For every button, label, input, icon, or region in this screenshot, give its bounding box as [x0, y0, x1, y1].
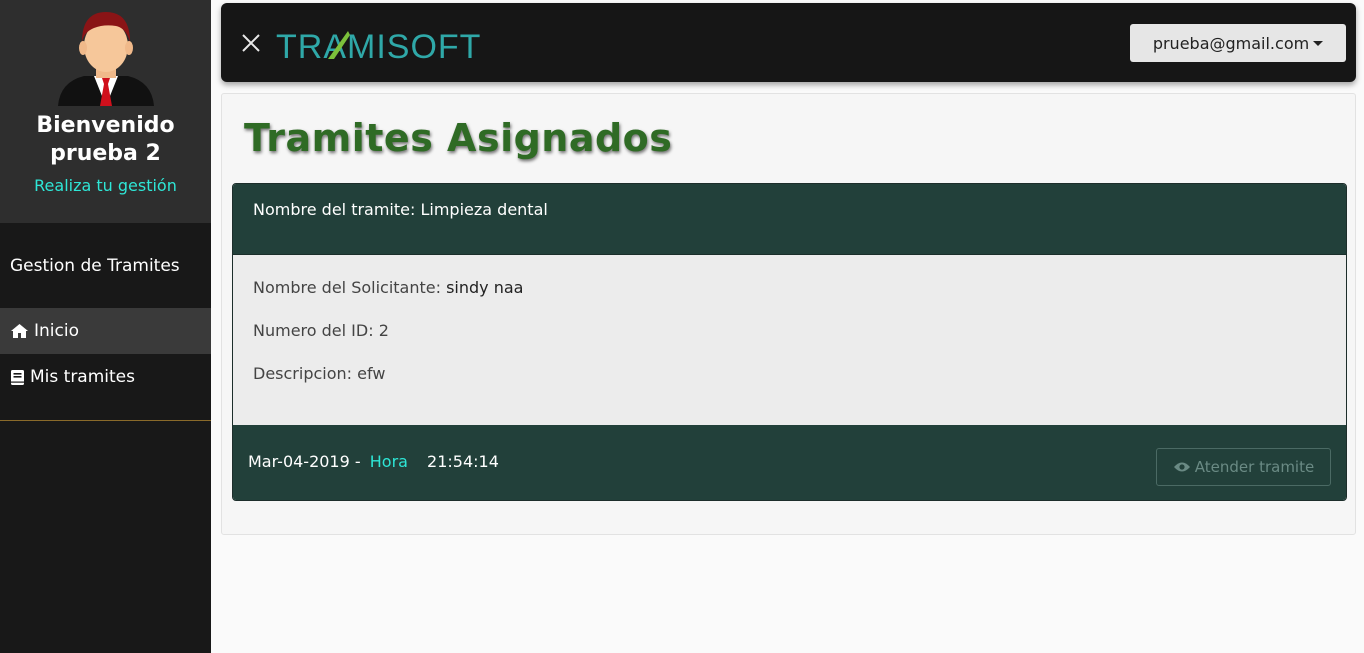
tramite-card: Nombre del tramite: Limpieza dental Nomb… [232, 183, 1347, 501]
descripcion-value: efw [357, 364, 386, 383]
card-body: Nombre del Solicitante: sindy naa Numero… [233, 255, 1346, 425]
welcome-heading: Bienvenido prueba 2 [0, 112, 211, 168]
section-title: Gestion de Tramites [10, 255, 180, 276]
eye-icon [1173, 462, 1190, 472]
user-avatar-icon [57, 12, 154, 106]
solicitante-value: sindy naa [446, 278, 524, 297]
page-title: Tramites Asignados [244, 116, 673, 160]
tramite-name-label: Nombre del tramite: [253, 200, 416, 219]
welcome-line1: Bienvenido [36, 113, 175, 138]
timestamp: Mar-04-2019 - Hora 21:54:14 [248, 452, 499, 471]
profile-panel: Bienvenido prueba 2 Realiza tu gestión [0, 0, 211, 223]
attend-button-label: Atender tramite [1194, 458, 1315, 476]
home-icon [11, 324, 28, 338]
logo-text: TRAMISOFT [276, 28, 481, 63]
attend-tramite-button[interactable]: Atender tramite [1156, 448, 1331, 486]
tramisoft-logo: TRAMISOFT [276, 28, 481, 63]
id-value: 2 [378, 321, 389, 340]
sidebar-item-label: Mis tramites [30, 367, 135, 387]
descripcion-label: Descripcion: [253, 364, 353, 383]
welcome-line2: prueba 2 [50, 141, 161, 166]
top-navbar: TRAMISOFT prueba@gmail.com [221, 3, 1356, 82]
date-value: Mar-04-2019 - [248, 452, 361, 471]
tramite-name-value: Limpieza dental [420, 200, 548, 219]
time-value: 21:54:14 [427, 452, 499, 471]
sidebar-item-inicio[interactable]: Inicio [0, 308, 211, 354]
sidebar-item-label: Inicio [34, 321, 79, 341]
solicitante-row: Nombre del Solicitante: sindy naa [253, 278, 1326, 298]
caret-down-icon [1313, 40, 1324, 46]
card-header: Nombre del tramite: Limpieza dental [233, 184, 1346, 255]
main-content: Tramites Asignados Nombre del tramite: L… [221, 93, 1356, 535]
card-footer: Mar-04-2019 - Hora 21:54:14 Atender tram… [233, 425, 1346, 500]
user-menu-button[interactable]: prueba@gmail.com [1130, 24, 1346, 62]
id-label: Numero del ID: [253, 321, 374, 340]
solicitante-label: Nombre del Solicitante: [253, 278, 441, 297]
sidebar-item-mis-tramites[interactable]: Mis tramites [0, 354, 211, 400]
user-email: prueba@gmail.com [1152, 33, 1310, 53]
descripcion-row: Descripcion: efw [253, 364, 1326, 384]
id-row: Numero del ID: 2 [253, 321, 1326, 341]
sidebar: Bienvenido prueba 2 Realiza tu gestión G… [0, 0, 211, 653]
book-icon [11, 369, 24, 385]
close-icon[interactable] [241, 33, 261, 53]
hora-label: Hora [369, 452, 408, 471]
welcome-subtitle: Realiza tu gestión [34, 176, 177, 195]
sidebar-divider [0, 420, 211, 421]
